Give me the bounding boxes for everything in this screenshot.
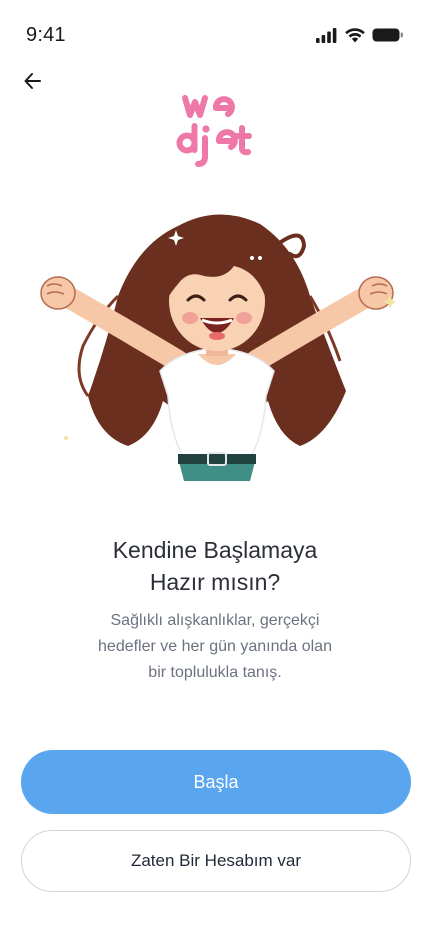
subtitle-line-1: Sağlıklı alışkanlıklar, gerçekçi [110, 612, 320, 629]
page-title-line-2: Hazır mısın? [149, 569, 281, 595]
subtitle-line-3: bir toplulukla tanış. [148, 664, 282, 681]
battery-icon [372, 28, 403, 42]
status-icons [316, 27, 404, 43]
status-bar: 9:41 [0, 0, 430, 66]
status-time: 9:41 [26, 24, 66, 46]
start-button[interactable]: Başla [21, 750, 411, 814]
cheering-girl-illustration [28, 196, 402, 496]
wediet-logo [173, 88, 257, 168]
wifi-icon [345, 28, 365, 43]
page-subtitle: Sağlıklı alışkanlıklar, gerçekçi hedefle… [80, 608, 350, 686]
page-title-line-1: Kendine Başlamaya [112, 537, 318, 563]
existing-account-button[interactable]: Zaten Bir Hesabım var [21, 830, 411, 892]
page-title: Kendine Başlamaya Hazır mısın? [0, 534, 430, 598]
back-button[interactable] [14, 62, 52, 100]
signal-icon [316, 28, 337, 43]
arrow-left-icon [24, 73, 41, 89]
subtitle-line-2: hedefler ve her gün yanında olan [98, 638, 332, 655]
